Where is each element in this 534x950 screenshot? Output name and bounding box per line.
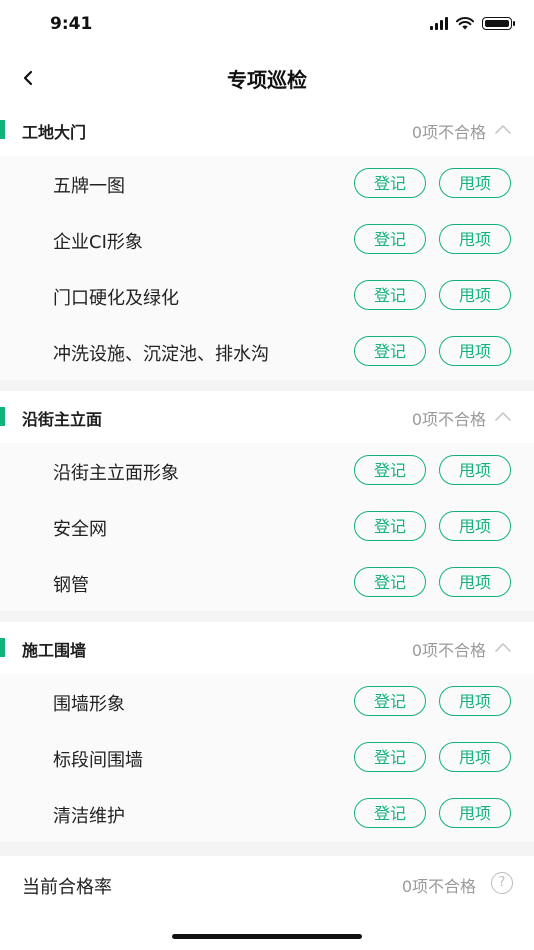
register-button[interactable]: 登记: [354, 798, 426, 828]
register-button[interactable]: 登记: [354, 455, 426, 485]
assign-button[interactable]: 甩项: [439, 742, 511, 772]
item-label: 安全网: [53, 519, 107, 540]
section-header[interactable]: 沿街主立面 0项不合格: [0, 391, 534, 443]
chevron-up-icon[interactable]: [494, 122, 512, 136]
chevron-up-icon[interactable]: [494, 409, 512, 423]
section-status: 0项不合格: [411, 123, 486, 142]
list-item: 围墙形象 登记 甩项: [0, 674, 534, 730]
register-button[interactable]: 登记: [354, 280, 426, 310]
register-button[interactable]: 登记: [354, 511, 426, 541]
help-icon[interactable]: ?: [491, 872, 513, 894]
section-accent-bar: [0, 638, 5, 657]
section-items: 五牌一图 登记 甩项 企业CI形象 登记 甩项 门口硬化及绿化 登记 甩项 冲洗…: [0, 156, 534, 380]
list-item: 沿街主立面形象 登记 甩项: [0, 443, 534, 499]
assign-button[interactable]: 甩项: [439, 336, 511, 366]
battery-icon: [482, 17, 515, 30]
section-items: 围墙形象 登记 甩项 标段间围墙 登记 甩项 清洁维护 登记 甩项: [0, 674, 534, 842]
assign-button[interactable]: 甩项: [439, 168, 511, 198]
section-status: 0项不合格: [411, 641, 486, 660]
item-label: 企业CI形象: [53, 232, 143, 253]
nav-bar: 专项巡检: [0, 52, 534, 104]
list-item: 冲洗设施、沉淀池、排水沟 登记 甩项: [0, 324, 534, 380]
list-item: 清洁维护 登记 甩项: [0, 786, 534, 842]
register-button[interactable]: 登记: [354, 168, 426, 198]
section-title: 施工围墙: [22, 641, 87, 660]
wifi-icon: [456, 17, 474, 30]
section-street-facade: 沿街主立面 0项不合格 沿街主立面形象 登记 甩项 安全网 登记 甩项 钢管 登…: [0, 391, 534, 611]
assign-button[interactable]: 甩项: [439, 798, 511, 828]
section-accent-bar: [0, 407, 5, 426]
status-bar: 9:41: [0, 0, 534, 52]
assign-button[interactable]: 甩项: [439, 455, 511, 485]
section-header[interactable]: 施工围墙 0项不合格: [0, 622, 534, 674]
pass-rate-status: 0项不合格: [401, 877, 476, 896]
register-button[interactable]: 登记: [354, 567, 426, 597]
item-label: 清洁维护: [53, 806, 125, 827]
item-label: 冲洗设施、沉淀池、排水沟: [53, 344, 269, 365]
status-time: 9:41: [50, 14, 93, 34]
section-items: 沿街主立面形象 登记 甩项 安全网 登记 甩项 钢管 登记 甩项: [0, 443, 534, 611]
register-button[interactable]: 登记: [354, 336, 426, 366]
home-indicator[interactable]: [172, 934, 362, 939]
item-label: 五牌一图: [53, 176, 125, 197]
pass-rate-label: 当前合格率: [22, 877, 112, 898]
list-item: 标段间围墙 登记 甩项: [0, 730, 534, 786]
list-item: 钢管 登记 甩项: [0, 555, 534, 611]
section-status: 0项不合格: [411, 410, 486, 429]
item-label: 门口硬化及绿化: [53, 288, 179, 309]
assign-button[interactable]: 甩项: [439, 280, 511, 310]
item-label: 沿街主立面形象: [53, 463, 179, 484]
list-item: 五牌一图 登记 甩项: [0, 156, 534, 212]
item-label: 围墙形象: [53, 694, 125, 715]
register-button[interactable]: 登记: [354, 686, 426, 716]
cellular-signal-icon: [430, 17, 448, 30]
page-title: 专项巡检: [227, 68, 307, 92]
chevron-up-icon[interactable]: [494, 640, 512, 654]
pass-rate-row: 当前合格率 0项不合格 ?: [0, 856, 534, 912]
assign-button[interactable]: 甩项: [439, 567, 511, 597]
section-header[interactable]: 工地大门 0项不合格: [0, 104, 534, 156]
home-area: [0, 912, 534, 950]
section-gate: 工地大门 0项不合格 五牌一图 登记 甩项 企业CI形象 登记 甩项 门口硬化及…: [0, 104, 534, 380]
item-label: 钢管: [53, 575, 89, 596]
assign-button[interactable]: 甩项: [439, 686, 511, 716]
status-icons: [430, 17, 515, 30]
section-title: 沿街主立面: [22, 410, 103, 429]
assign-button[interactable]: 甩项: [439, 224, 511, 254]
list-item: 安全网 登记 甩项: [0, 499, 534, 555]
register-button[interactable]: 登记: [354, 742, 426, 772]
section-accent-bar: [0, 120, 5, 139]
section-enclosure-wall: 施工围墙 0项不合格 围墙形象 登记 甩项 标段间围墙 登记 甩项 清洁维护 登…: [0, 622, 534, 842]
section-title: 工地大门: [22, 123, 87, 142]
register-button[interactable]: 登记: [354, 224, 426, 254]
item-label: 标段间围墙: [53, 750, 143, 771]
list-item: 门口硬化及绿化 登记 甩项: [0, 268, 534, 324]
assign-button[interactable]: 甩项: [439, 511, 511, 541]
list-item: 企业CI形象 登记 甩项: [0, 212, 534, 268]
